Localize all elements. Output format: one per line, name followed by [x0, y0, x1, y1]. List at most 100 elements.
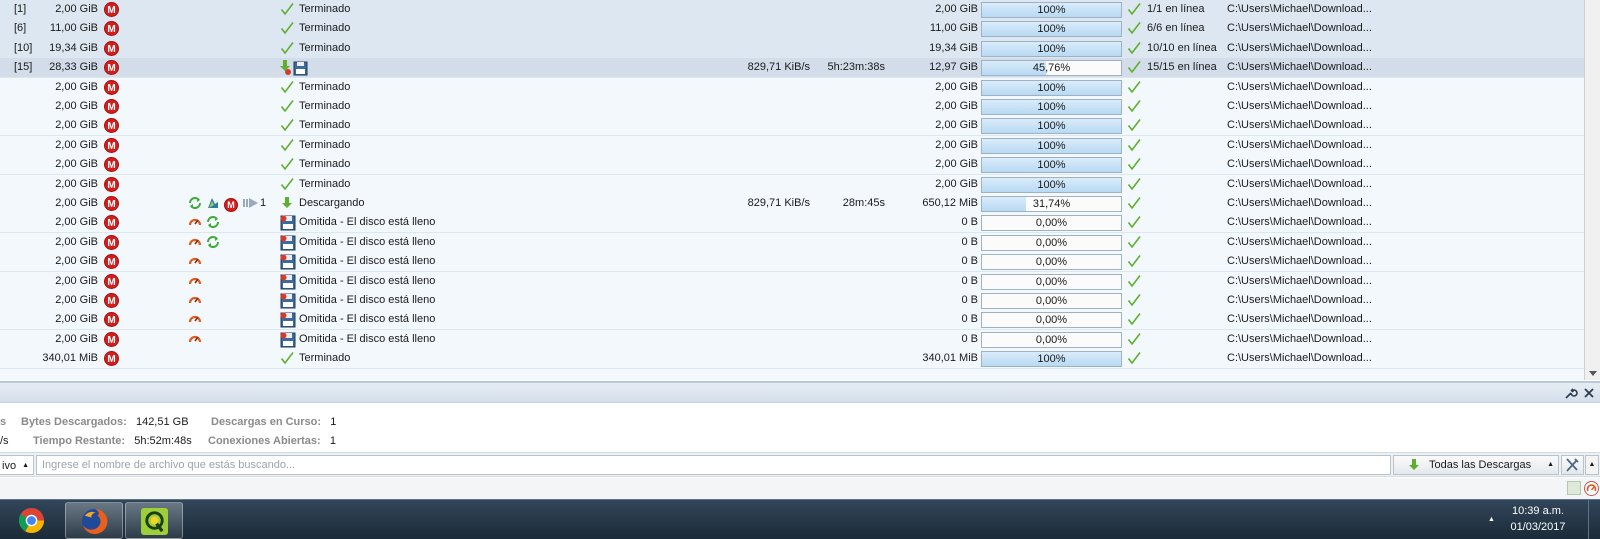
table-row[interactable]: 2,00 GiB M Omitida - El disco está lleno 0 … — [0, 310, 1584, 330]
package-row[interactable]: [1] 2,00 GiB M Terminado 2,00 GiB 100% 1/1 en … — [0, 0, 1584, 20]
caret-up-icon: ▲ — [22, 462, 29, 469]
table-row[interactable]: 340,01 MiB M Terminado 340,01 MiB 100% C:\Use… — [0, 349, 1584, 369]
plugin-icons — [188, 233, 278, 252]
speedmeter-icon[interactable] — [1584, 481, 1599, 496]
progress-label: 0,00% — [1035, 314, 1068, 326]
online-check-icon — [1127, 332, 1143, 348]
progress-label: 100% — [1037, 101, 1066, 113]
eta-cell — [805, 175, 885, 194]
status-cell: Terminado — [299, 42, 351, 54]
close-icon[interactable] — [1582, 386, 1596, 400]
table-row[interactable]: 2,00 GiB M M 1 Descargando 829,71 KiB/s 28m:45… — [0, 194, 1584, 214]
table-row[interactable]: 2,00 GiB M Omitida - El disco está lleno 0 … — [0, 272, 1584, 292]
availability-cell: 1/1 en línea — [1147, 3, 1205, 15]
disk-full-icon — [280, 254, 296, 270]
settings-button[interactable] — [1561, 455, 1584, 475]
search-scope-select[interactable]: ivo ▲ — [0, 455, 34, 475]
online-check-icon — [1127, 118, 1143, 134]
save-path-cell: C:\Users\Michael\Download... — [1227, 313, 1372, 325]
speedmeter-icon — [188, 235, 202, 249]
table-row[interactable]: 2,00 GiB M Omitida - El disco está lleno 0 … — [0, 213, 1584, 233]
settings-menu-button[interactable]: ▲ — [1585, 455, 1599, 475]
filter-dropdown[interactable]: Todas las Descargas ▲ — [1393, 455, 1559, 475]
clock-time: 10:39 a.m. — [1512, 505, 1564, 517]
speed-cell — [700, 310, 810, 329]
size-cell: 2,00 GiB — [55, 178, 98, 190]
chrome-icon — [18, 507, 45, 534]
online-check-icon — [1127, 177, 1143, 193]
table-row[interactable]: 2,00 GiB M Omitida - El disco está lleno 0 … — [0, 291, 1584, 311]
speed-cell — [700, 349, 810, 368]
tray-expand-icon[interactable]: ▲ — [1488, 516, 1495, 523]
save-path-cell: C:\Users\Michael\Download... — [1227, 294, 1372, 306]
eta-cell — [805, 19, 885, 38]
cut-label-2: /s — [0, 435, 9, 447]
loaded-cell: 0 B — [961, 236, 978, 248]
save-path-cell: C:\Users\Michael\Download... — [1227, 255, 1372, 267]
mega-icon: M — [104, 80, 120, 96]
plugin-icons — [188, 78, 278, 97]
eta-cell — [805, 252, 885, 271]
clock-date: 01/03/2017 — [1510, 521, 1566, 533]
table-row[interactable]: 2,00 GiB M Omitida - El disco está lleno 0 … — [0, 252, 1584, 272]
image-icon[interactable] — [1567, 481, 1581, 495]
jdownloader-icon — [141, 508, 168, 535]
wrench-icon[interactable] — [1564, 386, 1578, 400]
resume-icon — [206, 196, 220, 210]
plugin-icons — [188, 116, 278, 135]
eta-cell — [805, 116, 885, 135]
disk-full-icon — [280, 274, 296, 290]
progress-label: 0,00% — [1035, 256, 1068, 268]
status-cell: Descargando — [299, 197, 365, 209]
progress-bar: 100% — [981, 21, 1122, 37]
mega-icon: M — [104, 332, 120, 348]
size-cell: 2,00 GiB — [55, 236, 98, 248]
bytes-downloaded: Bytes Descargados: 142,51 GB — [21, 416, 189, 428]
table-row[interactable]: 2,00 GiB M Terminado 2,00 GiB 100% C:\Users\M… — [0, 97, 1584, 117]
package-row[interactable]: [10] 19,34 GiB M Terminado 19,34 GiB 100% 10/1… — [0, 39, 1584, 59]
availability-cell — [1147, 291, 1227, 310]
loaded-cell: 2,00 GiB — [935, 81, 978, 93]
progress-bar: 100% — [981, 80, 1122, 96]
system-clock[interactable]: 10:39 a.m. 01/03/2017 — [1498, 503, 1578, 535]
status-cell: Terminado — [299, 158, 351, 170]
show-desktop-button[interactable] — [1588, 500, 1600, 539]
save-path-cell: C:\Users\Michael\Download... — [1227, 333, 1372, 345]
taskbar-jdownloader[interactable] — [125, 502, 183, 539]
downloads-table[interactable]: [1] 2,00 GiB M Terminado 2,00 GiB 100% 1/1 en … — [0, 0, 1584, 380]
plugin-icons — [188, 97, 278, 116]
table-row[interactable]: 2,00 GiB M Terminado 2,00 GiB 100% C:\Users\M… — [0, 175, 1584, 195]
eta-cell — [805, 272, 885, 291]
progress-bar: 0,00% — [981, 215, 1122, 231]
table-row[interactable]: 2,00 GiB M Terminado 2,00 GiB 100% C:\Users\M… — [0, 116, 1584, 136]
loaded-cell: 0 B — [961, 216, 978, 228]
save-path-cell: C:\Users\Michael\Download... — [1227, 139, 1372, 151]
windows-taskbar: ▲ 10:39 a.m. 01/03/2017 — [0, 499, 1600, 539]
eta-cell: 5h:23m:38s — [827, 61, 885, 73]
table-scrollbar[interactable] — [1584, 0, 1600, 380]
scroll-down-arrow-icon[interactable] — [1589, 371, 1597, 376]
refresh-icon — [206, 215, 220, 229]
table-row[interactable]: 2,00 GiB M Terminado 2,00 GiB 100% C:\Users\M… — [0, 136, 1584, 156]
search-input[interactable] — [36, 455, 1391, 475]
taskbar-chrome[interactable] — [3, 502, 61, 539]
progress-label: 100% — [1037, 179, 1066, 191]
table-row[interactable]: 2,00 GiB M Omitida - El disco está lleno 0 … — [0, 233, 1584, 253]
loaded-cell: 0 B — [961, 294, 978, 306]
size-cell: 2,00 GiB — [55, 294, 98, 306]
table-row[interactable]: 2,00 GiB M Terminado 2,00 GiB 100% C:\Users\M… — [0, 78, 1584, 98]
size-cell: 11,00 GiB — [49, 22, 98, 34]
package-row[interactable]: [6] 11,00 GiB M Terminado 11,00 GiB 100% 6/6 e… — [0, 19, 1584, 39]
loaded-cell: 2,00 GiB — [935, 139, 978, 151]
taskbar-firefox[interactable] — [65, 502, 123, 539]
size-cell: 19,34 GiB — [49, 42, 98, 54]
plugin-icons — [188, 252, 278, 271]
loaded-cell: 12,97 GiB — [929, 61, 978, 73]
availability-cell — [1147, 272, 1227, 291]
table-row[interactable]: 2,00 GiB M Terminado 2,00 GiB 100% C:\Users\M… — [0, 155, 1584, 175]
speed-cell — [700, 97, 810, 116]
package-row[interactable]: [15] 28,33 GiB M 829,71 KiB/s 5h:23m:38s 12,9… — [0, 58, 1584, 78]
availability-cell — [1147, 310, 1227, 329]
table-row[interactable]: 2,00 GiB M Omitida - El disco está lleno 0 … — [0, 330, 1584, 350]
status-cell: Terminado — [299, 139, 351, 151]
